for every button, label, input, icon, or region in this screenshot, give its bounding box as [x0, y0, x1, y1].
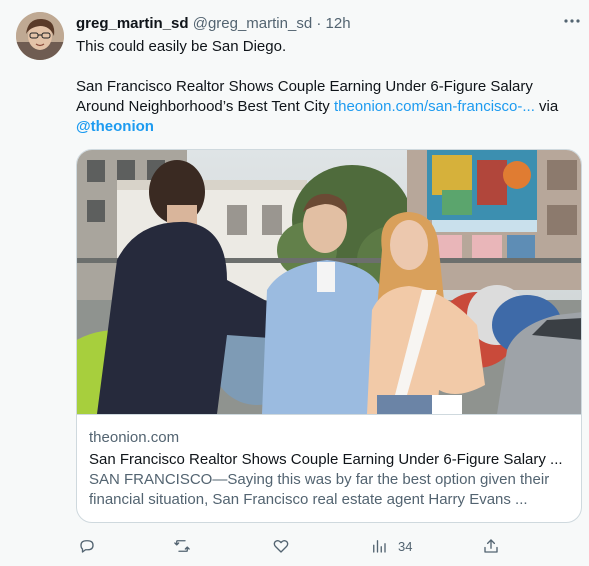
card-domain: theonion.com — [89, 429, 180, 446]
reply-button[interactable] — [78, 535, 96, 557]
share-icon — [484, 539, 498, 553]
views-button[interactable]: 34 — [370, 535, 412, 557]
tweet-blank-line — [76, 57, 576, 77]
heart-icon — [273, 539, 289, 553]
card-description: SAN FRANCISCO—Saying this was by far the… — [89, 471, 550, 508]
via-text: via — [534, 98, 559, 115]
card-photo — [77, 150, 581, 440]
reply-icon — [80, 540, 94, 553]
tweet-actions: 34 — [76, 535, 506, 557]
separator-dot: · — [316, 15, 322, 32]
views-icon — [373, 540, 386, 553]
tweet-frame: greg_martin_sd @greg_martin_sd · 12h Thi… — [0, 0, 589, 566]
avatar-image — [16, 12, 64, 60]
display-name[interactable]: greg_martin_sd — [76, 15, 189, 32]
timestamp[interactable]: 12h — [326, 15, 351, 32]
tweet-header: greg_martin_sd @greg_martin_sd · 12h — [76, 14, 351, 34]
tweet-line-2: San Francisco Realtor Shows Couple Earni… — [76, 77, 576, 117]
mention-link[interactable]: @theonion — [76, 118, 154, 135]
card-image[interactable] — [77, 150, 581, 440]
card-body[interactable]: theonion.com San Francisco Realtor Shows… — [77, 414, 581, 522]
views-count: 34 — [398, 538, 413, 554]
tweet-text: This could easily be San Diego. San Fran… — [76, 37, 576, 137]
card-title: San Francisco Realtor Shows Couple Earni… — [89, 451, 563, 468]
tweet-line-1: This could easily be San Diego. — [76, 38, 287, 55]
share-button[interactable] — [482, 535, 500, 557]
avatar[interactable] — [16, 12, 64, 60]
more-icon — [564, 19, 580, 23]
like-button[interactable] — [272, 535, 290, 557]
article-link[interactable]: theonion.com/san-francisco-... — [334, 98, 535, 115]
more-options-button[interactable] — [560, 14, 584, 34]
user-handle[interactable]: @greg_martin_sd — [193, 15, 312, 32]
retweet-button[interactable] — [173, 535, 191, 557]
tweet[interactable]: greg_martin_sd @greg_martin_sd · 12h Thi… — [0, 0, 589, 566]
link-card[interactable]: theonion.com San Francisco Realtor Shows… — [76, 149, 582, 523]
retweet-icon — [174, 540, 190, 552]
